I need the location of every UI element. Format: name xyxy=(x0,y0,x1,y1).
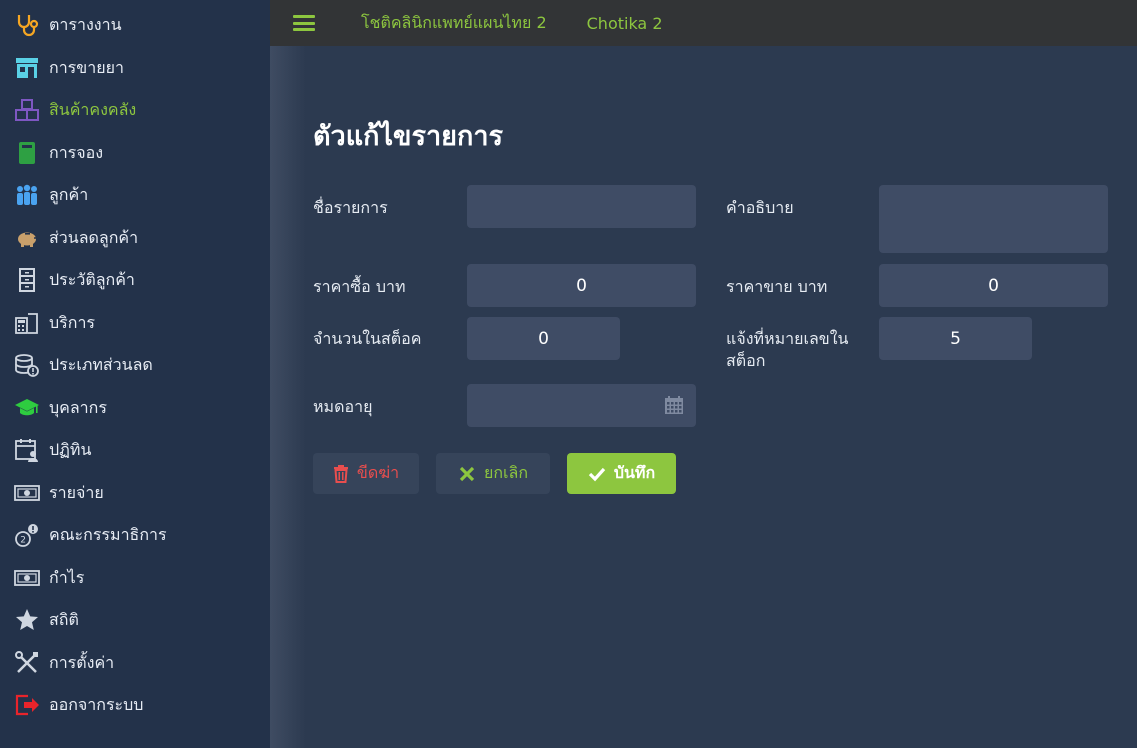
sidebar-item-label: คณะกรรมาธิการ xyxy=(49,524,167,544)
sidebar-item-label: สินค้าคงคลัง xyxy=(49,99,137,119)
sidebar-item-expenses[interactable]: รายจ่าย xyxy=(0,473,270,513)
sell-price-input[interactable] xyxy=(879,264,1108,307)
boxes-icon xyxy=(14,97,40,123)
graduation-cap-icon xyxy=(14,395,40,421)
sidebar-item-label: ตารางงาน xyxy=(49,14,122,34)
sidebar-item-label: การตั้งค่า xyxy=(49,652,115,672)
star-icon xyxy=(14,607,40,633)
sidebar-item-booking[interactable]: การจอง xyxy=(0,133,270,173)
clinic-name[interactable]: โชติคลินิกแพทย์แผนไทย 2 xyxy=(361,11,547,36)
name-input[interactable] xyxy=(467,185,696,228)
sidebar-item-label: ออกจากระบบ xyxy=(49,694,144,714)
sidebar-item-statistics[interactable]: สถิติ xyxy=(0,600,270,640)
cancel-button-label: ยกเลิก xyxy=(483,463,529,482)
sidebar-item-customer-history[interactable]: ประวัติลูกค้า xyxy=(0,260,270,300)
user-name[interactable]: Chotika 2 xyxy=(587,14,663,33)
sidebar-item-label: ส่วนลดลูกค้า xyxy=(49,227,139,247)
sidebar-item-customers[interactable]: ลูกค้า xyxy=(0,175,270,215)
file-cabinet-icon xyxy=(14,267,40,293)
sidebar-item-label: บริการ xyxy=(49,312,96,332)
sidebar-item-profit[interactable]: กำไร xyxy=(0,558,270,598)
description-label: คำอธิบาย xyxy=(726,198,794,217)
money-icon xyxy=(14,565,40,591)
expiry-label: หมดอายุ xyxy=(313,397,373,416)
expiry-date-input[interactable] xyxy=(467,384,696,427)
store-icon xyxy=(14,55,40,81)
sidebar-item-label: ปฏิทิน xyxy=(49,439,92,459)
main-shade xyxy=(270,46,306,748)
sidebar-item-inventory[interactable]: สินค้าคงคลัง xyxy=(0,90,270,130)
menu-toggle-button[interactable] xyxy=(293,13,315,33)
svg-text:2: 2 xyxy=(20,536,26,546)
piggy-bank-icon xyxy=(14,225,40,251)
sidebar-item-discount-types[interactable]: ประเภทส่วนลด xyxy=(0,345,270,385)
sidebar-item-commission[interactable]: 2 คณะกรรมาธิการ xyxy=(0,515,270,555)
sidebar-item-label: ประวัติลูกค้า xyxy=(49,269,135,289)
notify-label: แจ้งที่หมายเลขในสต็อก xyxy=(726,329,849,370)
page-title: ตัวแก้ไขรายการ xyxy=(313,121,503,152)
delete-button-label: ขีดฆ่า xyxy=(356,463,400,482)
save-button-label: บันทึก xyxy=(613,463,656,482)
book-icon xyxy=(14,140,40,166)
check-icon xyxy=(588,467,606,481)
cancel-button[interactable]: ยกเลิก xyxy=(436,453,550,494)
sidebar-item-services[interactable]: บริการ xyxy=(0,303,270,343)
money-icon xyxy=(14,480,40,506)
sidebar-item-label: การจอง xyxy=(49,142,104,162)
sidebar-item-logout[interactable]: ออกจากระบบ xyxy=(0,685,270,725)
buy-price-label: ราคาซื้อ บาท xyxy=(313,277,406,296)
calendar-user-icon xyxy=(14,437,40,463)
logout-icon xyxy=(14,692,40,718)
coins-icon xyxy=(14,352,40,378)
tools-icon xyxy=(14,650,40,676)
close-icon xyxy=(459,466,475,481)
stethoscope-icon xyxy=(14,12,40,38)
sidebar-item-calendar[interactable]: ปฏิทิน xyxy=(0,430,270,470)
trash-icon xyxy=(333,464,348,483)
sell-price-label: ราคาขาย บาท xyxy=(726,277,828,296)
buy-price-input[interactable] xyxy=(467,264,696,307)
notify-input[interactable] xyxy=(879,317,1032,360)
sidebar-item-customer-discount[interactable]: ส่วนลดลูกค้า xyxy=(0,218,270,258)
stock-label: จำนวนในสต็อค xyxy=(313,329,422,348)
calculator-book-icon xyxy=(14,310,40,336)
sidebar-item-label: รายจ่าย xyxy=(49,482,104,502)
save-button[interactable]: บันทึก xyxy=(567,453,676,494)
sidebar-item-staff[interactable]: บุคลากร xyxy=(0,388,270,428)
main-content: ตัวแก้ไขรายการ ชื่อรายการ คำอธิบาย ราคาซ… xyxy=(270,46,1137,748)
commission-icon: 2 xyxy=(14,522,40,548)
hamburger-icon xyxy=(293,15,315,18)
description-textarea[interactable] xyxy=(879,185,1108,253)
sidebar-item-label: ประเภทส่วนลด xyxy=(49,354,153,374)
sidebar-item-drug-sales[interactable]: การขายยา xyxy=(0,48,270,88)
stock-input[interactable] xyxy=(467,317,620,360)
name-label: ชื่อรายการ xyxy=(313,198,388,217)
sidebar-item-label: การขายยา xyxy=(49,57,124,77)
sidebar-item-settings[interactable]: การตั้งค่า xyxy=(0,643,270,683)
sidebar-item-label: ลูกค้า xyxy=(49,184,89,204)
sidebar: ตารางงาน การขายยา สินค้าคงคลัง การจอง ลู… xyxy=(0,0,270,748)
topbar: โชติคลินิกแพทย์แผนไทย 2 Chotika 2 xyxy=(270,0,1137,46)
sidebar-item-label: สถิติ xyxy=(49,609,79,629)
sidebar-item-schedule[interactable]: ตารางงาน xyxy=(0,5,270,45)
calendar-icon[interactable] xyxy=(664,395,684,415)
delete-button[interactable]: ขีดฆ่า xyxy=(313,453,419,494)
sidebar-item-label: บุคลากร xyxy=(49,397,107,417)
users-icon xyxy=(14,182,40,208)
sidebar-item-label: กำไร xyxy=(49,567,85,587)
